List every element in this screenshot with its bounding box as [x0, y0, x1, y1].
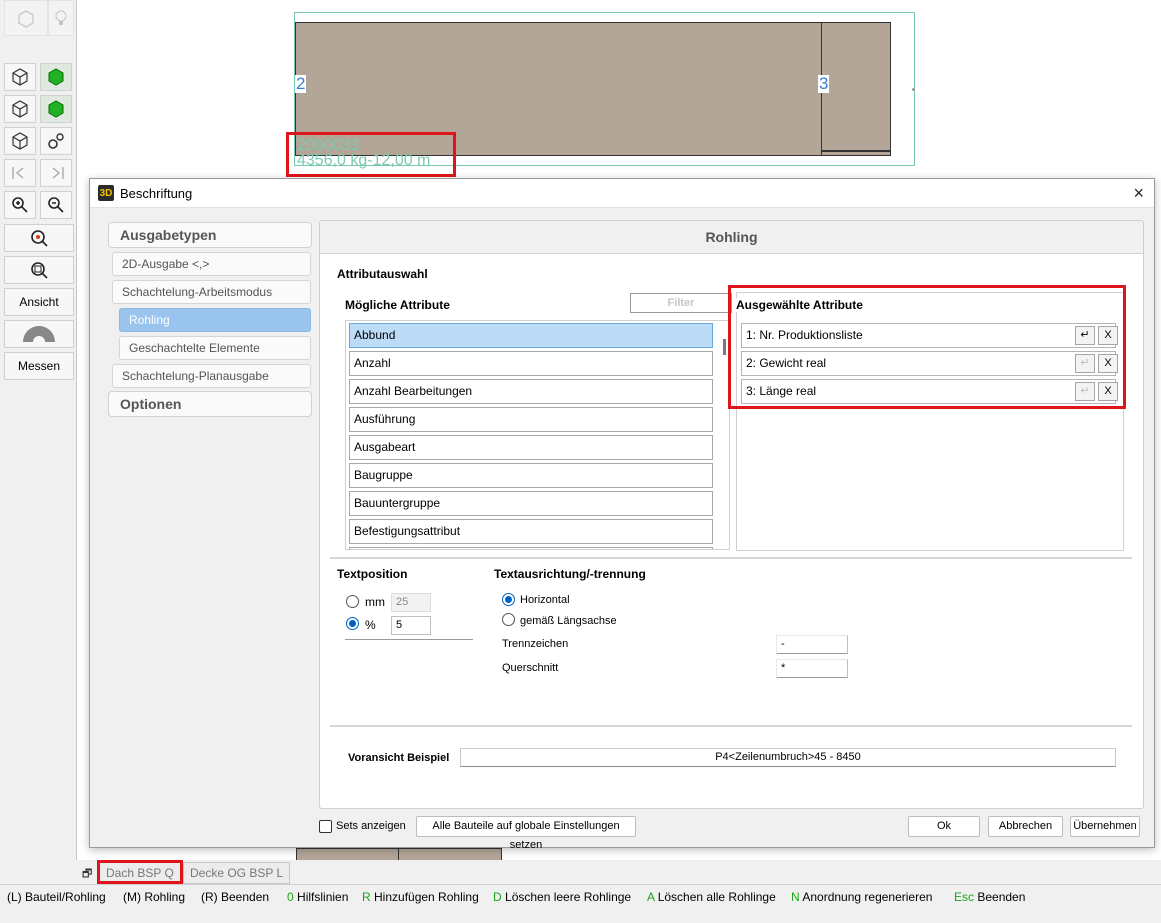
voransicht-label: Voransicht Beispiel	[348, 752, 450, 764]
percent-value-field[interactable]: 5	[391, 616, 431, 635]
list-item[interactable]: Anzahl Bearbeitungen	[349, 379, 713, 404]
outline-handle[interactable]	[912, 88, 915, 91]
selected-attributes-highlight	[728, 285, 1126, 409]
board-element-lower-2	[398, 848, 502, 860]
horizontal-label: Horizontal	[520, 594, 570, 606]
nav-item-schachtelung-planausgabe[interactable]: Schachtelung-Planausgabe	[112, 364, 311, 388]
list-scrollbar[interactable]	[723, 339, 726, 355]
status-item: (R) Beenden	[201, 890, 270, 904]
gears-icon[interactable]	[40, 127, 72, 155]
status-item: A Löschen alle Rohlinge	[647, 890, 776, 904]
textausrichtung-heading: Textausrichtung/-trennung	[494, 567, 646, 581]
possible-attributes-list[interactable]: Abbund Anzahl Anzahl Bearbeitungen Ausfü…	[345, 320, 730, 550]
separator	[330, 725, 1132, 727]
abbrechen-button[interactable]: Abbrechen	[988, 816, 1063, 837]
list-item[interactable]: Baugruppe	[349, 463, 713, 488]
messen-button[interactable]: Messen	[4, 352, 74, 380]
mm-value-field[interactable]: 25	[391, 593, 431, 612]
trennzeichen-field[interactable]: -	[776, 635, 848, 654]
moegliche-attribute-heading: Mögliche Attribute	[345, 298, 450, 312]
sheet-tabs: 🗗 Dach BSP Q Decke OG BSP L	[0, 860, 1161, 884]
zoom-in-icon[interactable]	[4, 191, 36, 219]
list-item[interactable]: Anzahl	[349, 351, 713, 376]
nav-item-rohling[interactable]: Rohling	[119, 308, 311, 332]
label-highlight-frame	[286, 132, 456, 177]
list-item[interactable]: Ausführung	[349, 407, 713, 432]
tab-highlight-frame	[97, 860, 183, 884]
mm-radio[interactable]	[346, 595, 359, 608]
sets-anzeigen-checkbox[interactable]	[319, 820, 332, 833]
voransicht-preview: P4<Zeilenumbruch>45 - 8450	[460, 748, 1116, 767]
board-element-lower-1	[296, 848, 400, 860]
mm-label: mm	[365, 595, 385, 609]
rohling-panel: Rohling Attributauswahl Mögliche Attribu…	[319, 220, 1144, 809]
laengsachse-radio[interactable]	[502, 613, 515, 626]
zoom-window-icon[interactable]	[4, 256, 74, 284]
ok-button[interactable]: Ok	[908, 816, 980, 837]
querschnitt-label: Querschnitt	[502, 662, 559, 674]
lightbulb-icon[interactable]	[48, 0, 74, 36]
light-left-icon[interactable]	[4, 159, 36, 187]
status-bar: (L) Bauteil/Rohling (M) Rohling (R) Been…	[0, 884, 1161, 923]
beschriftung-dialog: 3D Beschriftung × Ausgabetypen 2D-Ausgab…	[89, 178, 1155, 851]
textposition-underline	[345, 639, 473, 640]
nav-item-geschachtelte-elemente[interactable]: Geschachtelte Elemente	[119, 336, 311, 360]
nav-optionen[interactable]: Optionen	[108, 391, 312, 417]
querschnitt-field[interactable]: *	[776, 659, 848, 678]
textposition-heading: Textposition	[337, 567, 408, 581]
global-settings-button[interactable]: Alle Bauteile auf globale Einstellungen …	[416, 816, 636, 851]
trennzeichen-label: Trennzeichen	[502, 638, 569, 650]
status-item: D Löschen leere Rohlinge	[493, 890, 632, 904]
cube-outline-icon[interactable]	[4, 63, 36, 91]
panel-title: Rohling	[320, 221, 1143, 254]
sets-anzeigen-label: Sets anzeigen	[336, 820, 406, 832]
zoom-all-icon[interactable]	[4, 224, 74, 252]
list-item[interactable]: Abbund	[349, 323, 713, 348]
cube-outline-icon-2[interactable]	[4, 95, 36, 123]
ansicht-button[interactable]: Ansicht	[4, 288, 74, 316]
nav-ausgabetypen[interactable]: Ausgabetypen	[108, 222, 312, 248]
left-toolbar: Ansicht Messen	[0, 0, 77, 860]
list-item-partial	[349, 547, 713, 549]
status-item: 0 Hilfslinien	[287, 890, 349, 904]
light-right-icon[interactable]	[40, 159, 72, 187]
laengsachse-label: gemäß Längsachse	[520, 615, 617, 627]
wireframe-view-icon[interactable]	[4, 0, 48, 36]
board-edge	[821, 150, 891, 152]
list-item[interactable]: Bauuntergruppe	[349, 491, 713, 516]
zoom-out-icon[interactable]	[40, 191, 72, 219]
close-icon[interactable]: ×	[1133, 183, 1144, 204]
cube-outline-icon-3[interactable]	[4, 127, 36, 155]
horizontal-radio[interactable]	[502, 593, 515, 606]
solid-green-cube-icon-2[interactable]	[40, 95, 72, 123]
element-number-2: 2	[295, 74, 307, 93]
percent-label: %	[365, 618, 376, 632]
status-item: (M) Rohling	[123, 890, 186, 904]
status-item: N Anordnung regenerieren	[791, 890, 933, 904]
status-item: Esc Beenden	[954, 890, 1026, 904]
status-item: (L) Bauteil/Rohling	[7, 890, 106, 904]
settings-gear-icon[interactable]	[4, 320, 74, 348]
separator	[330, 557, 1132, 559]
list-item[interactable]: Befestigungsattribut	[349, 519, 713, 544]
tab-decke-og-bsp-l[interactable]: Decke OG BSP L	[183, 862, 291, 884]
attributauswahl-heading: Attributauswahl	[337, 267, 428, 281]
dialog-title: Beschriftung	[120, 185, 193, 201]
nav-item-schachtelung-arbeitsmodus[interactable]: Schachtelung-Arbeitsmodus	[112, 280, 311, 304]
board-element-3[interactable]	[821, 22, 891, 156]
list-item[interactable]: Ausgabeart	[349, 435, 713, 460]
uebernehmen-button[interactable]: Übernehmen	[1070, 816, 1140, 837]
nav-item-2d-ausgabe[interactable]: 2D-Ausgabe <,>	[112, 252, 311, 276]
restore-window-icon[interactable]: 🗗	[82, 865, 92, 884]
solid-green-cube-icon[interactable]	[40, 63, 72, 91]
element-number-3: 3	[818, 74, 830, 93]
app-icon: 3D	[98, 185, 114, 201]
dialog-titlebar[interactable]: 3D Beschriftung ×	[90, 179, 1154, 208]
percent-radio[interactable]	[346, 617, 359, 630]
status-item: R Hinzufügen Rohling	[362, 890, 479, 904]
filter-input[interactable]: Filter	[630, 293, 732, 313]
